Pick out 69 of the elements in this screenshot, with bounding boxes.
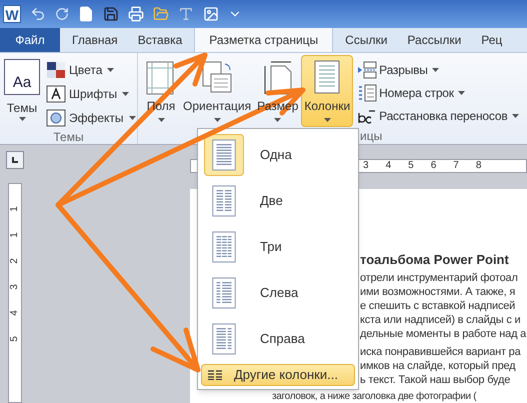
page-break-icon: [357, 60, 378, 78]
font-letter-icon: [46, 84, 66, 102]
new-document-icon[interactable]: [78, 6, 94, 22]
ruler-number: 4: [386, 161, 392, 171]
ruler-number: 4: [10, 310, 20, 316]
ribbon-large-button[interactable]: Колонки: [301, 55, 354, 127]
caret-icon: [324, 118, 331, 122]
caret-icon: [128, 116, 136, 120]
ruler-number: 1: [10, 206, 20, 212]
save-icon[interactable]: [103, 6, 119, 22]
document-text-line: заголовок, а ниже заголовка две фотографии (: [272, 391, 476, 403]
page-setup-option-button[interactable]: Разрывы: [357, 59, 518, 80]
caret-icon: [512, 114, 518, 118]
column-layout-option[interactable]: Три: [201, 224, 355, 270]
theme-option-button[interactable]: Эффекты: [46, 107, 136, 128]
tab-selector-icon[interactable]: [6, 151, 24, 169]
caret-icon: [18, 117, 26, 121]
page-setup-option-button[interactable]: Расстановка переносов: [357, 105, 518, 126]
column-layout-option[interactable]: Справа: [201, 316, 355, 362]
app-logo: W: [3, 5, 21, 23]
ruler-number: 6: [430, 161, 436, 171]
ribbon-tab[interactable]: Рассылки: [399, 28, 470, 52]
ruler-number: 8: [476, 161, 482, 171]
column-layout-option[interactable]: Две: [201, 178, 355, 224]
themes-icon: Aa: [4, 59, 40, 95]
column-layout-option[interactable]: Слева: [201, 270, 355, 316]
document-paragraph: отрели инструментарий фотоал ими возможностями. А также, я е спешить с вставкой надписей кста или надписей) в слайды с и дельные моменты в работе над а: [360, 271, 526, 341]
ribbon-large-button[interactable]: Ориентация: [180, 55, 254, 127]
caret-icon: [158, 118, 164, 122]
ruler-number: 1: [10, 232, 20, 238]
theme-option-button[interactable]: Цвета: [46, 59, 136, 80]
print-icon[interactable]: [128, 6, 144, 22]
themes-button[interactable]: Aa Темы: [4, 59, 40, 128]
ruler-number: 2: [10, 258, 20, 264]
ribbon-tab[interactable]: Главная: [64, 28, 126, 52]
undo-icon[interactable]: [30, 6, 46, 22]
theme-option-button[interactable]: Шрифты: [46, 83, 136, 104]
circle-effect-icon: [46, 108, 66, 126]
document-paragraph: иска понравившейся вариант ра имков на слайде, который пред ь текст. Такой наш выбор буде: [360, 345, 521, 387]
caret-icon: [107, 68, 114, 72]
caret-icon: [122, 92, 130, 96]
ruler-number: 3: [363, 161, 369, 171]
file-menu-tab[interactable]: Файл: [0, 28, 60, 52]
line-numbers-icon: [357, 84, 378, 102]
color-squares-icon: [46, 60, 66, 78]
ribbon-tab[interactable]: Рец: [473, 28, 510, 52]
document-heading: тоальбома Power Point: [360, 252, 509, 268]
ribbon-tab[interactable]: Ссылки: [337, 28, 396, 52]
ruler-number: 5: [408, 161, 414, 171]
ribbon-tab[interactable]: Разметка страницы: [194, 28, 334, 52]
group-label: Темы: [52, 129, 85, 145]
text-style-icon[interactable]: [178, 6, 194, 22]
columns-list-icon: [208, 370, 222, 380]
ruler-number: 3: [10, 284, 20, 290]
caret-icon: [458, 90, 465, 94]
picture-icon[interactable]: [203, 6, 219, 22]
page-setup-option-button[interactable]: Номера строк: [357, 82, 518, 103]
folder-icon[interactable]: [153, 6, 169, 22]
ruler-number: 7: [453, 161, 459, 171]
caret-icon: [432, 68, 439, 72]
column-layout-option[interactable]: Одна: [201, 132, 355, 178]
group-label: ицы: [360, 128, 382, 144]
page-size-icon: [262, 60, 294, 96]
ruler-number: 5: [10, 336, 20, 342]
redo-icon[interactable]: [55, 7, 69, 21]
more-columns-option[interactable]: Другие колонки...: [201, 364, 355, 386]
caret-icon: [274, 118, 282, 122]
ribbon-tab[interactable]: Вставка: [130, 28, 190, 52]
caret-icon: [214, 118, 221, 122]
